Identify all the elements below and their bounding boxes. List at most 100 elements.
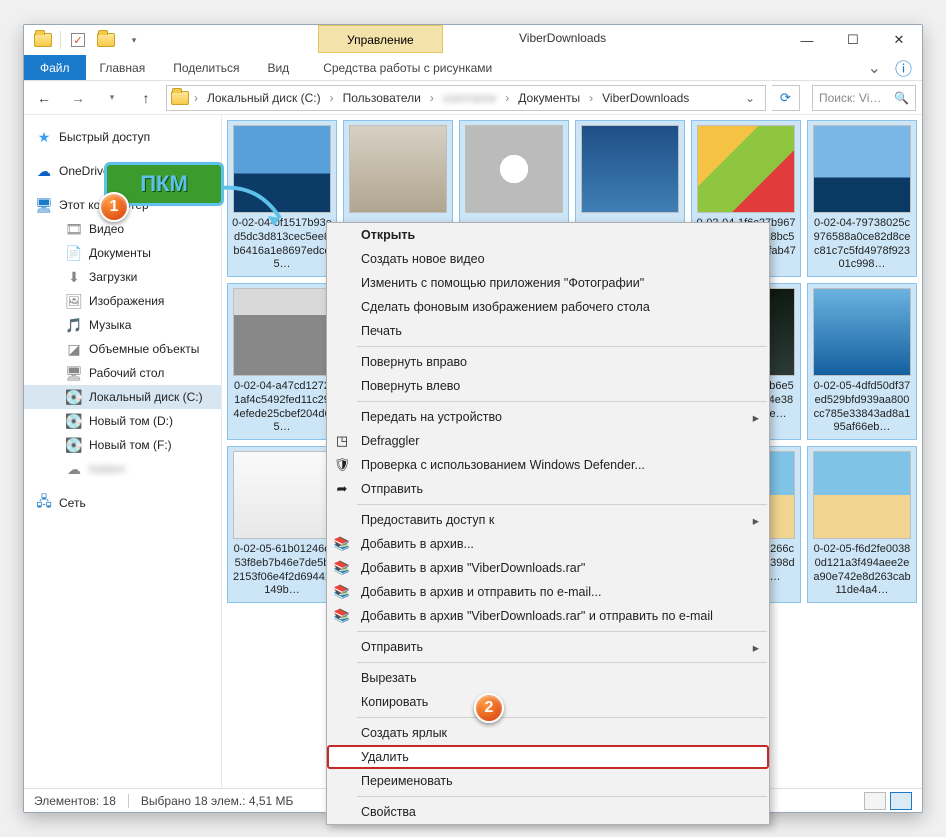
shield-icon: 🛡 [333, 456, 351, 474]
ctx-send-to[interactable]: Отправить▸ [327, 635, 769, 659]
drive-icon: 🖥 [66, 365, 82, 381]
rar-icon: 📚 [333, 559, 351, 577]
tab-home[interactable]: Главная [86, 55, 160, 80]
nav-item[interactable]: ☁hidden [24, 457, 221, 481]
ctx-rotate-right[interactable]: Повернуть вправо [327, 350, 769, 374]
tab-share[interactable]: Поделиться [159, 55, 253, 80]
help-icon[interactable]: ⓘ [895, 55, 912, 80]
ctx-cast[interactable]: Передать на устройство▸ [327, 405, 769, 429]
file-thumbnail[interactable]: 0-02-04-79738025c976588a0ce82d8cec81c7c5… [808, 121, 916, 276]
search-icon: 🔍 [894, 91, 909, 105]
drive-icon: 🎵 [66, 317, 82, 333]
nav-forward-button[interactable]: → [64, 85, 92, 111]
address-bar-row: ← → ▾ ↑ › Локальный диск (C:) › Пользова… [24, 81, 922, 115]
separator [60, 31, 61, 49]
qat-dropdown[interactable]: ▾ [123, 29, 145, 51]
annotation-badge-1: 1 [99, 192, 129, 222]
file-name: 0-02-04-a47cd12721af4c5492fed11c294efede… [232, 380, 332, 435]
nav-item[interactable]: 💽Новый том (D:) [24, 409, 221, 433]
address-folder-icon [171, 91, 189, 105]
ctx-copy[interactable]: Копировать [327, 690, 769, 714]
separator [357, 504, 767, 505]
ctx-rar-add[interactable]: 📚Добавить в архив... [327, 532, 769, 556]
ctx-edit-photos[interactable]: Изменить с помощью приложения "Фотографи… [327, 271, 769, 295]
file-thumbnail[interactable]: 0-02-05-f6d2fe00380d121a3f494aee2ea90e74… [808, 447, 916, 602]
file-tab[interactable]: Файл [24, 55, 86, 80]
ctx-defraggler[interactable]: ◳Defraggler [327, 429, 769, 453]
ctx-rar-email[interactable]: 📚Добавить в архив и отправить по e-mail.… [327, 580, 769, 604]
ctx-cut[interactable]: Вырезать [327, 666, 769, 690]
ctx-shortcut[interactable]: Создать ярлык [327, 721, 769, 745]
ribbon-expand-icon[interactable]: ⌄ [868, 58, 881, 78]
separator [357, 717, 767, 718]
ctx-delete[interactable]: Удалить [327, 745, 769, 769]
breadcrumb-item[interactable]: ViberDownloads [598, 91, 693, 105]
context-menu: Открыть Создать новое видео Изменить с п… [326, 222, 770, 825]
tab-picture-tools[interactable]: Средства работы с рисунками [309, 55, 506, 80]
nav-up-button[interactable]: ↑ [132, 85, 160, 111]
ctx-open[interactable]: Открыть [327, 223, 769, 247]
nav-item[interactable]: 🎵Музыка [24, 313, 221, 337]
nav-item[interactable]: 🖥Рабочий стол [24, 361, 221, 385]
nav-back-button[interactable]: ← [30, 85, 58, 111]
nav-quick-access[interactable]: ★ Быстрый доступ [24, 125, 221, 149]
separator [357, 796, 767, 797]
ctx-rename[interactable]: Переименовать [327, 769, 769, 793]
ctx-rotate-left[interactable]: Повернуть влево [327, 374, 769, 398]
thumbnail-image [465, 125, 563, 213]
ctx-share[interactable]: ➦Отправить [327, 477, 769, 501]
qat-properties-button[interactable]: ✓ [67, 29, 89, 51]
nav-recent-dropdown[interactable]: ▾ [98, 85, 126, 111]
file-thumbnail[interactable]: 0-02-04-a47cd12721af4c5492fed11c294efede… [228, 284, 336, 439]
drive-icon: 📄 [66, 245, 82, 261]
ctx-properties[interactable]: Свойства [327, 800, 769, 824]
minimize-button[interactable]: — [784, 25, 830, 55]
tab-view[interactable]: Вид [253, 55, 303, 80]
search-box[interactable]: Поиск: Vi… 🔍 [812, 85, 916, 111]
file-thumbnail[interactable]: 0-02-05-4dfd50df37ed529bfd939aa800cc785e… [808, 284, 916, 439]
breadcrumb-item[interactable]: Локальный диск (C:) [203, 91, 325, 105]
address-dropdown-icon[interactable]: ⌄ [739, 91, 761, 105]
drive-icon: ◪ [66, 341, 82, 357]
address-bar[interactable]: › Локальный диск (C:) › Пользователи › u… [166, 85, 766, 111]
breadcrumb-item[interactable]: Пользователи [339, 91, 425, 105]
cloud-icon: ☁ [36, 163, 52, 179]
qat-new-folder-button[interactable] [95, 29, 117, 51]
file-thumbnail[interactable]: 0-02-05-61b01246e53f8eb7b46e7de5b2153f06… [228, 447, 336, 602]
ctx-rar-email-named[interactable]: 📚Добавить в архив "ViberDownloads.rar" и… [327, 604, 769, 628]
nav-item[interactable]: 💽Новый том (F:) [24, 433, 221, 457]
refresh-button[interactable]: ⟳ [772, 85, 800, 111]
ctx-rar-add-named[interactable]: 📚Добавить в архив "ViberDownloads.rar" [327, 556, 769, 580]
drive-icon: 💽 [66, 437, 82, 453]
annotation-arrow [218, 182, 288, 230]
nav-item[interactable]: 💽Локальный диск (C:) [24, 385, 221, 409]
nav-item[interactable]: 📄Документы [24, 241, 221, 265]
separator [357, 346, 767, 347]
ctx-defender[interactable]: 🛡Проверка с использованием Windows Defen… [327, 453, 769, 477]
view-thumbnails-button[interactable] [890, 792, 912, 810]
ctx-print[interactable]: Печать [327, 319, 769, 343]
view-switcher [864, 792, 912, 810]
contextual-tab-group: Управление [318, 25, 443, 53]
status-selection: Выбрано 18 элем.: 4,51 МБ [141, 794, 294, 808]
ctx-set-wallpaper[interactable]: Сделать фоновым изображением рабочего ст… [327, 295, 769, 319]
nav-item[interactable]: 🖼Изображения [24, 289, 221, 313]
nav-item[interactable]: ⬇Загрузки [24, 265, 221, 289]
pc-icon: 🖥 [36, 197, 52, 213]
close-button[interactable]: ✕ [876, 25, 922, 55]
thumbnail-image [813, 288, 911, 376]
file-name: 0-02-05-f6d2fe00380d121a3f494aee2ea90e74… [812, 543, 912, 598]
ctx-grant-access[interactable]: Предоставить доступ к▸ [327, 508, 769, 532]
nav-item[interactable]: 🎞Видео [24, 217, 221, 241]
maximize-button[interactable]: ☐ [830, 25, 876, 55]
view-details-button[interactable] [864, 792, 886, 810]
breadcrumb-item[interactable]: Документы [514, 91, 584, 105]
ctx-new-video[interactable]: Создать новое видео [327, 247, 769, 271]
app-folder-icon [32, 29, 54, 51]
nav-network[interactable]: 🖧 Сеть [24, 491, 221, 515]
drive-icon: ☁ [66, 461, 82, 477]
nav-item[interactable]: ◪Объемные объекты [24, 337, 221, 361]
drive-icon: 🎞 [66, 221, 82, 237]
thumbnail-image [697, 125, 795, 213]
breadcrumb-item-blurred[interactable]: username [439, 91, 500, 105]
